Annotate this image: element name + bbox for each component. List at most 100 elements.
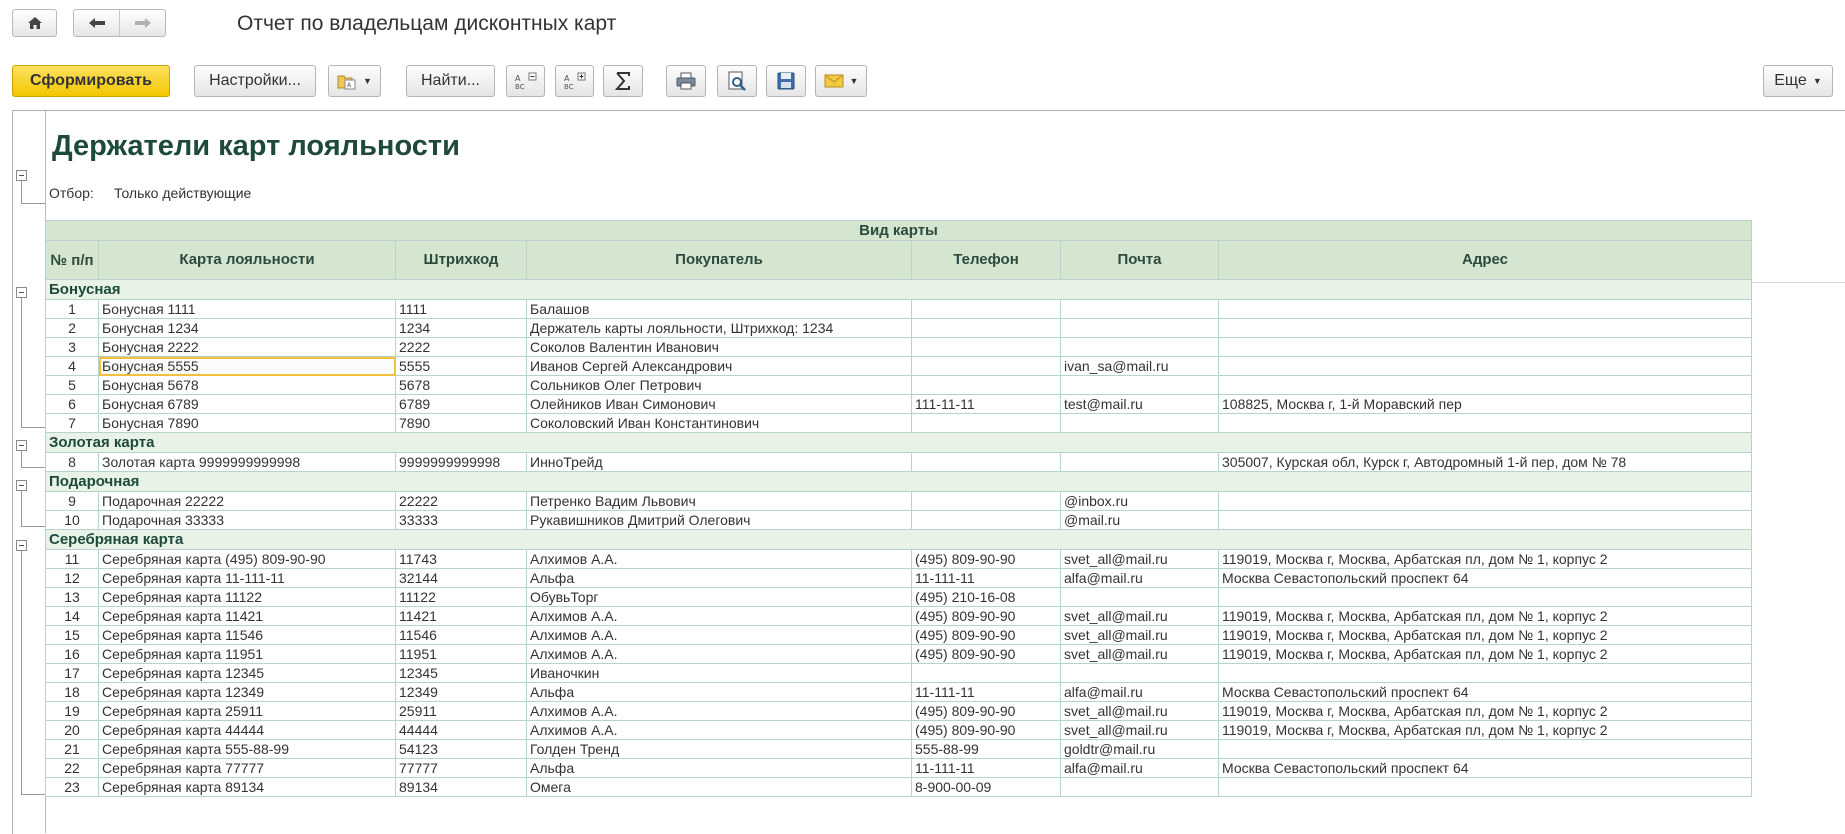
table-row[interactable]: 7 Бонусная 7890 7890 Соколовский Иван Конст… (45, 413, 1752, 433)
cell-phone[interactable] (911, 491, 1061, 511)
cell-card[interactable]: Серебряная карта 11-111-11 (98, 568, 396, 588)
cell-barcode[interactable]: 25911 (395, 701, 527, 721)
table-row[interactable]: 19 Серебряная карта 25911 25911 Алхимов А.А… (45, 701, 1752, 721)
more-button[interactable]: Еще ▼ (1763, 65, 1833, 97)
collapse-group-icon[interactable] (16, 440, 27, 451)
cell-number[interactable]: 5 (45, 375, 99, 395)
cell-customer[interactable]: Альфа (526, 568, 912, 588)
cell-customer[interactable]: Алхимов А.А. (526, 625, 912, 645)
cell-address[interactable]: Москва Севастопольский проспект 64 (1218, 758, 1752, 778)
cell-number[interactable]: 8 (45, 452, 99, 472)
cell-barcode[interactable]: 1111 (395, 299, 527, 319)
cell-card[interactable]: Бонусная 5555 (98, 356, 396, 376)
table-row[interactable]: 16 Серебряная карта 11951 11951 Алхимов А.А… (45, 644, 1752, 664)
cell-phone[interactable]: 8-900-00-09 (911, 777, 1061, 797)
cell-email[interactable] (1060, 663, 1219, 683)
cell-number[interactable]: 2 (45, 318, 99, 338)
cell-card[interactable]: Подарочная 22222 (98, 491, 396, 511)
cell-email[interactable]: alfa@mail.ru (1060, 758, 1219, 778)
table-row[interactable]: 5 Бонусная 5678 5678 Сольников Олег Петрови… (45, 375, 1752, 395)
cell-barcode[interactable]: 5678 (395, 375, 527, 395)
table-row[interactable]: 3 Бонусная 2222 2222 Соколов Валентин Ивано… (45, 337, 1752, 357)
cell-card[interactable]: Серебряная карта 12345 (98, 663, 396, 683)
cell-number[interactable]: 18 (45, 682, 99, 702)
cell-barcode[interactable]: 12345 (395, 663, 527, 683)
cell-customer[interactable]: Рукавишников Дмитрий Олегович (526, 510, 912, 530)
cell-customer[interactable]: Соколовский Иван Константинович (526, 413, 912, 433)
cell-customer[interactable]: Альфа (526, 682, 912, 702)
cell-customer[interactable]: ОбувьТорг (526, 587, 912, 607)
cell-barcode[interactable]: 11743 (395, 549, 527, 569)
cell-email[interactable] (1060, 413, 1219, 433)
cell-barcode[interactable]: 9999999999998 (395, 452, 527, 472)
cell-barcode[interactable]: 11421 (395, 606, 527, 626)
cell-phone[interactable]: (495) 809-90-90 (911, 606, 1061, 626)
table-row[interactable]: 17 Серебряная карта 12345 12345 Иваночкин (45, 663, 1752, 683)
cell-email[interactable]: svet_all@mail.ru (1060, 720, 1219, 740)
cell-card[interactable]: Серебряная карта 44444 (98, 720, 396, 740)
table-row[interactable]: 10 Подарочная 33333 33333 Рукавишников Дмит… (45, 510, 1752, 530)
cell-barcode[interactable]: 22222 (395, 491, 527, 511)
cell-address[interactable] (1218, 356, 1752, 376)
cell-phone[interactable] (911, 663, 1061, 683)
cell-email[interactable]: alfa@mail.ru (1060, 682, 1219, 702)
cell-email[interactable] (1060, 777, 1219, 797)
table-row[interactable]: 2 Бонусная 1234 1234 Держатель карты лояльн… (45, 318, 1752, 338)
group-row[interactable]: Бонусная (45, 279, 1752, 300)
cell-number[interactable]: 16 (45, 644, 99, 664)
cell-number[interactable]: 12 (45, 568, 99, 588)
cell-number[interactable]: 10 (45, 510, 99, 530)
table-row[interactable]: 4 Бонусная 5555 5555 Иванов Сергей Александ… (45, 356, 1752, 376)
cell-card[interactable]: Бонусная 1111 (98, 299, 396, 319)
cell-email[interactable] (1060, 587, 1219, 607)
cell-card[interactable]: Бонусная 5678 (98, 375, 396, 395)
cell-phone[interactable]: (495) 809-90-90 (911, 720, 1061, 740)
cell-card[interactable]: Серебряная карта 11421 (98, 606, 396, 626)
cell-address[interactable]: 119019, Москва г, Москва, Арбатская пл, … (1218, 549, 1752, 569)
table-row[interactable]: 11 Серебряная карта (495) 809-90-90 11743 А… (45, 549, 1752, 569)
group-row[interactable]: Подарочная (45, 471, 1752, 492)
cell-phone[interactable]: 111-11-11 (911, 394, 1061, 414)
cell-barcode[interactable]: 1234 (395, 318, 527, 338)
cell-email[interactable]: @inbox.ru (1060, 491, 1219, 511)
cell-phone[interactable]: (495) 809-90-90 (911, 644, 1061, 664)
cell-barcode[interactable]: 5555 (395, 356, 527, 376)
cell-number[interactable]: 3 (45, 337, 99, 357)
cell-address[interactable] (1218, 299, 1752, 319)
cell-phone[interactable] (911, 299, 1061, 319)
cell-customer[interactable]: Сольников Олег Петрович (526, 375, 912, 395)
cell-number[interactable]: 7 (45, 413, 99, 433)
cell-email[interactable] (1060, 337, 1219, 357)
table-row[interactable]: 15 Серебряная карта 11546 11546 Алхимов А.А… (45, 625, 1752, 645)
cell-card[interactable]: Серебряная карта 11122 (98, 587, 396, 607)
cell-customer[interactable]: Алхимов А.А. (526, 644, 912, 664)
cell-address[interactable] (1218, 510, 1752, 530)
cell-number[interactable]: 21 (45, 739, 99, 759)
cell-barcode[interactable]: 11951 (395, 644, 527, 664)
table-row[interactable]: 12 Серебряная карта 11-111-11 32144 Альфа 11… (45, 568, 1752, 588)
cell-card[interactable]: Серебряная карта 25911 (98, 701, 396, 721)
cell-card[interactable]: Бонусная 6789 (98, 394, 396, 414)
cell-number[interactable]: 15 (45, 625, 99, 645)
cell-address[interactable]: 119019, Москва г, Москва, Арбатская пл, … (1218, 701, 1752, 721)
table-row[interactable]: 20 Серебряная карта 44444 44444 Алхимов А.А… (45, 720, 1752, 740)
back-button[interactable] (74, 10, 120, 36)
cell-barcode[interactable]: 2222 (395, 337, 527, 357)
cell-number[interactable]: 6 (45, 394, 99, 414)
cell-barcode[interactable]: 54123 (395, 739, 527, 759)
cell-barcode[interactable]: 77777 (395, 758, 527, 778)
cell-barcode[interactable]: 7890 (395, 413, 527, 433)
save-button[interactable] (766, 65, 806, 97)
cell-number[interactable]: 14 (45, 606, 99, 626)
cell-barcode[interactable]: 11122 (395, 587, 527, 607)
cell-email[interactable] (1060, 452, 1219, 472)
sum-button[interactable] (603, 65, 643, 97)
cell-address[interactable]: Москва Севастопольский проспект 64 (1218, 568, 1752, 588)
cell-number[interactable]: 13 (45, 587, 99, 607)
preview-button[interactable] (717, 65, 757, 97)
cell-barcode[interactable]: 89134 (395, 777, 527, 797)
cell-card[interactable]: Подарочная 33333 (98, 510, 396, 530)
cell-barcode[interactable]: 32144 (395, 568, 527, 588)
cell-address[interactable] (1218, 587, 1752, 607)
cell-customer[interactable]: Петренко Вадим Львович (526, 491, 912, 511)
